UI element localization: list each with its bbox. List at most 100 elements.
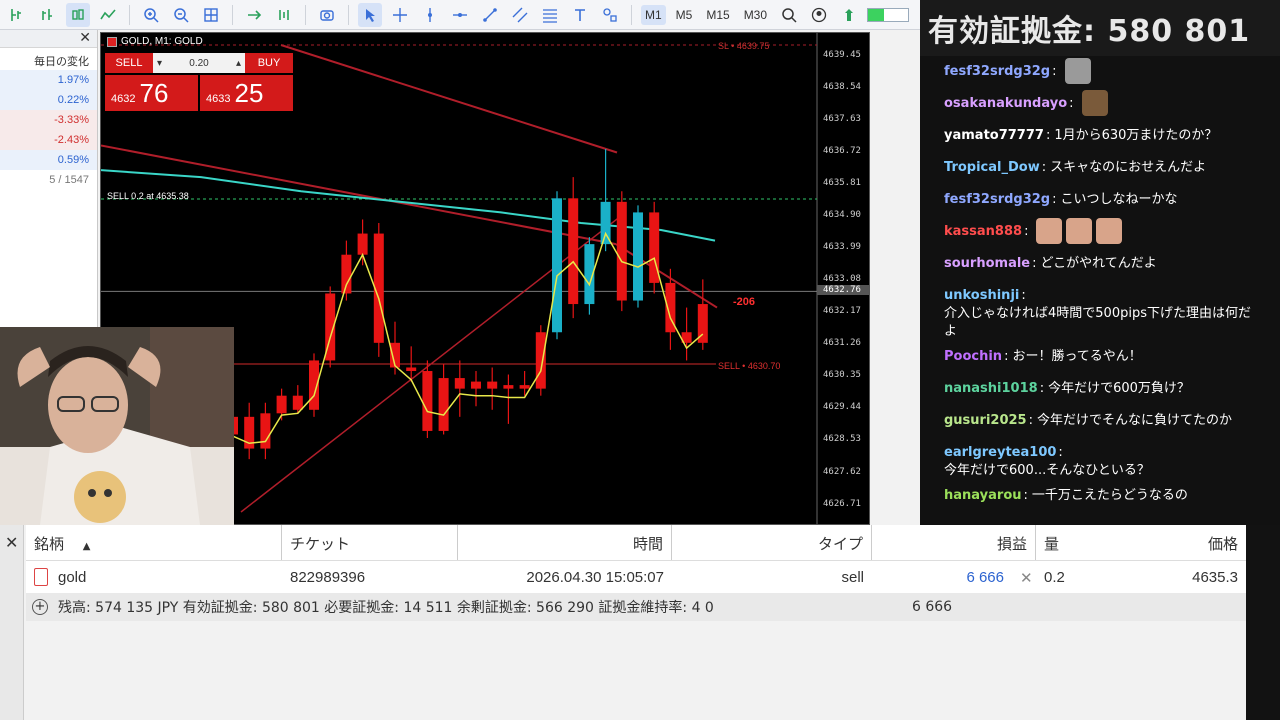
autoscroll-icon[interactable] [242, 3, 266, 27]
zoom-out-icon[interactable] [169, 3, 193, 27]
market-row[interactable]: 1.97% [0, 70, 97, 90]
lot-size-field[interactable]: ▾ 0.20 ▴ [153, 53, 245, 73]
market-row[interactable]: 0.59% [0, 150, 97, 170]
crosshair-icon[interactable] [388, 3, 412, 27]
candle-body [454, 378, 465, 389]
lot-value[interactable]: 0.20 [189, 58, 208, 69]
chat-username[interactable]: yamato77777 [944, 127, 1044, 145]
price-axis-label: 4627.62 [823, 466, 861, 477]
grid-icon[interactable] [199, 3, 223, 27]
zoom-in-icon[interactable] [139, 3, 163, 27]
buy-button[interactable]: BUY [245, 53, 293, 73]
buy-price-button[interactable]: 4633 25 [200, 75, 293, 111]
chat-username[interactable]: gusuri2025 [944, 412, 1027, 430]
market-row[interactable]: 0.22% [0, 90, 97, 110]
chat-username[interactable]: nanashi1018 [944, 380, 1038, 398]
close-icon[interactable]: ✕ [79, 30, 91, 46]
close-icon[interactable]: ✕ [5, 533, 18, 552]
search-icon[interactable] [777, 3, 801, 27]
chat-message: Poochin: おー！勝ってるやん！ [920, 341, 1280, 373]
chat-username[interactable]: unkoshinji [944, 287, 1019, 305]
close-position-icon[interactable]: ✕ [1012, 561, 1036, 593]
bar-chart-icon[interactable] [36, 3, 60, 27]
candle-body [438, 378, 449, 431]
price-axis-label: 4628.53 [823, 434, 861, 445]
sell-line-label[interactable]: SELL • 4630.70 [718, 361, 780, 371]
expand-icon[interactable]: + [32, 599, 48, 615]
column-profit[interactable]: 損益 [872, 525, 1036, 560]
market-watch-panel: ✕ 毎日の変化 1.97% 0.22% -3.33% -2.43% 0.59% … [0, 30, 98, 330]
chat-message: osakanakundayo: [920, 88, 1280, 120]
chart-shift-icon[interactable] [272, 3, 296, 27]
timeframe-m15[interactable]: M15 [702, 5, 733, 25]
chat-username[interactable]: Poochin [944, 348, 1002, 366]
trendline-icon[interactable] [478, 3, 502, 27]
screenshot-icon[interactable] [315, 3, 339, 27]
account-icon[interactable] [807, 3, 831, 27]
chat-text: 今年だけで600万負け？ [1048, 381, 1190, 396]
column-symbol-label: 銘柄 [34, 535, 65, 553]
chat-username[interactable]: earlgreytea100 [944, 444, 1056, 462]
position-volume: 0.2 [1044, 569, 1065, 586]
indicators-icon[interactable] [6, 3, 30, 27]
chat-messages[interactable]: fesf32srdg32g: osakanakundayo: yamato77777… [920, 56, 1280, 512]
market-row[interactable]: -2.43% [0, 130, 97, 150]
chat-text: 一千万こえたらどうなるの [1031, 488, 1188, 503]
chevron-down-icon[interactable]: ▾ [157, 58, 162, 69]
sell-button[interactable]: SELL [105, 53, 153, 73]
toolbox-sidebar: ✕ [0, 525, 24, 720]
price-axis-label: 4634.90 [823, 209, 861, 220]
chat-username[interactable]: hanayarou [944, 487, 1022, 505]
cursor-icon[interactable] [358, 2, 382, 27]
chat-username[interactable]: sourhomale [944, 255, 1030, 273]
account-summary: 残高: 574 135 JPY 有効証拠金: 580 801 必要証拠金: 14… [58, 600, 714, 616]
timeframe-m1[interactable]: M1 [641, 4, 666, 25]
column-volume[interactable]: 量 [1036, 525, 1072, 560]
channel-icon[interactable] [508, 3, 532, 27]
toolbar: M1 M5 M15 M30 [0, 0, 920, 30]
text-icon[interactable] [568, 3, 592, 27]
chat-username[interactable]: fesf32srdg32g [944, 191, 1050, 209]
price-axis-label: 4635.81 [823, 177, 861, 188]
chat-message: fesf32srdg32g: [920, 56, 1280, 88]
column-type[interactable]: タイプ [672, 525, 872, 560]
candle-body [471, 381, 481, 389]
line-chart-icon[interactable] [96, 3, 120, 27]
table-row[interactable]: gold 822989396 2026.04.30 15:05:07 sell … [26, 561, 1246, 593]
timeframe-m5[interactable]: M5 [672, 5, 697, 25]
chevron-up-icon[interactable]: ▴ [236, 58, 241, 69]
vertical-line-icon[interactable] [418, 3, 442, 27]
candle-body [503, 385, 514, 389]
chart-title: GOLD, M1: GOLD [121, 36, 203, 47]
sl-line-label[interactable]: SL • 4639.75 [718, 41, 769, 51]
price-axis-label: 4630.35 [823, 370, 861, 381]
chat-text: 今年だけで600...そんなひといる？ [944, 463, 1150, 478]
column-ticket[interactable]: チケット [282, 525, 458, 560]
chat-username[interactable]: Tropical_Dow [944, 159, 1040, 177]
candle-body [357, 233, 368, 255]
candle-body [341, 254, 352, 294]
column-symbol[interactable]: 銘柄 ▲ [26, 525, 282, 560]
order-line-label[interactable]: SELL 0.2 at 4635.38 [107, 191, 189, 201]
shapes-icon[interactable] [598, 3, 622, 27]
timeframe-m30[interactable]: M30 [740, 5, 771, 25]
buy-price-pips: 25 [234, 78, 264, 108]
toolbox-panel: ✕ 銘柄 ▲ チケット 時間 タイプ 損益 量 価格 gold 82298939… [0, 525, 1280, 720]
connection-bar [867, 7, 910, 22]
position-type: sell [841, 569, 864, 586]
candlestick-icon[interactable] [66, 2, 90, 27]
price-axis-label: 4632.17 [823, 306, 861, 317]
fibonacci-icon[interactable] [538, 3, 562, 27]
chat-username[interactable]: osakanakundayo [944, 95, 1067, 113]
signal-icon[interactable] [837, 3, 861, 27]
column-price[interactable]: 価格 [1072, 525, 1246, 560]
column-time[interactable]: 時間 [458, 525, 672, 560]
chat-separator: : [1041, 160, 1047, 175]
chat-username[interactable]: kassan888 [944, 223, 1022, 241]
chat-emote-icon [1081, 90, 1108, 116]
horizontal-line-icon[interactable] [448, 3, 472, 27]
sell-price-button[interactable]: 4632 76 [105, 75, 198, 111]
chat-username[interactable]: fesf32srdg32g [944, 63, 1050, 81]
right-overlay [1246, 525, 1280, 720]
market-row[interactable]: -3.33% [0, 110, 97, 130]
